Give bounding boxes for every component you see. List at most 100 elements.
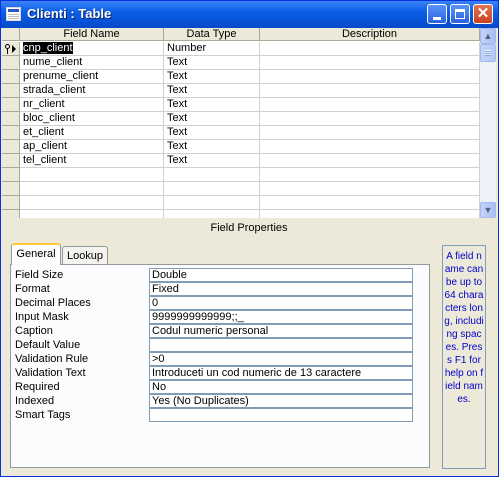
property-label: Indexed <box>15 395 55 407</box>
format-input[interactable]: Fixed <box>149 282 413 296</box>
smart-tags-input[interactable] <box>149 408 413 422</box>
input-mask-input[interactable]: 9999999999999;;_ <box>149 310 413 324</box>
tab-general[interactable]: General <box>11 243 61 265</box>
table-row <box>20 168 480 182</box>
data-type-cell[interactable] <box>164 196 260 210</box>
field-size-input[interactable]: Double <box>149 268 413 282</box>
description-cell[interactable] <box>260 70 480 84</box>
validation-rule-input[interactable]: >0 <box>149 352 413 366</box>
default-value-input[interactable] <box>149 338 413 352</box>
description-cell[interactable] <box>260 154 480 168</box>
field-name-cell[interactable]: et_client <box>20 126 164 140</box>
grid-header: Field Name Data Type Description <box>2 28 480 42</box>
data-type-cell[interactable]: Text <box>164 140 260 154</box>
row-selector[interactable] <box>2 98 20 112</box>
indexed-input[interactable]: Yes (No Duplicates) <box>149 394 413 408</box>
window-title: Clienti : Table <box>27 6 112 21</box>
data-type-cell[interactable]: Text <box>164 70 260 84</box>
row-selector[interactable] <box>2 42 20 56</box>
scroll-down-button[interactable]: ▼ <box>480 202 496 218</box>
field-name-cell[interactable]: prenume_client <box>20 70 164 84</box>
field-name-cell[interactable]: cnp_client <box>20 42 164 56</box>
data-type-cell[interactable] <box>164 182 260 196</box>
description-cell[interactable] <box>260 140 480 154</box>
column-header-field-name[interactable]: Field Name <box>20 28 164 41</box>
column-header-description[interactable]: Description <box>260 28 480 41</box>
maximize-button[interactable] <box>450 4 470 24</box>
data-type-cell[interactable]: Text <box>164 84 260 98</box>
data-type-cell[interactable]: Text <box>164 126 260 140</box>
data-type-cell[interactable] <box>164 210 260 218</box>
property-row: Indexed Yes (No Duplicates) <box>15 394 419 408</box>
field-name-cell[interactable]: nr_client <box>20 98 164 112</box>
vertical-scrollbar[interactable]: ▲ ▼ <box>480 28 496 218</box>
required-input[interactable]: No <box>149 380 413 394</box>
description-cell[interactable] <box>260 56 480 70</box>
property-label: Input Mask <box>15 311 69 323</box>
field-name-cell[interactable]: tel_client <box>20 154 164 168</box>
field-name-cell[interactable]: strada_client <box>20 84 164 98</box>
property-row: Required No <box>15 380 419 394</box>
table-row: ap_client Text <box>20 140 480 154</box>
scroll-thumb[interactable] <box>480 44 496 62</box>
row-selector[interactable] <box>2 168 20 182</box>
row-selector[interactable] <box>2 182 20 196</box>
description-cell[interactable] <box>260 210 480 218</box>
field-name-cell[interactable] <box>20 210 164 218</box>
field-name-cell[interactable] <box>20 182 164 196</box>
field-name-cell[interactable] <box>20 196 164 210</box>
property-row: Input Mask 9999999999999;;_ <box>15 310 419 324</box>
validation-text-input[interactable]: Introduceti un cod numeric de 13 caracte… <box>149 366 413 380</box>
data-type-cell[interactable] <box>164 168 260 182</box>
property-row: Field Size Double <box>15 268 419 282</box>
row-selector[interactable] <box>2 84 20 98</box>
description-cell[interactable] <box>260 126 480 140</box>
corner-selector[interactable] <box>2 28 20 41</box>
row-selector[interactable] <box>2 210 20 218</box>
column-header-data-type[interactable]: Data Type <box>164 28 260 41</box>
scroll-up-button[interactable]: ▲ <box>480 28 496 44</box>
field-name-cell[interactable]: ap_client <box>20 140 164 154</box>
data-type-cell[interactable]: Number <box>164 42 260 56</box>
caption-input[interactable]: Codul numeric personal <box>149 324 413 338</box>
table-row: nume_client Text <box>20 56 480 70</box>
row-selector[interactable] <box>2 56 20 70</box>
row-selector[interactable] <box>2 70 20 84</box>
tab-lookup[interactable]: Lookup <box>62 246 108 264</box>
field-name-cell[interactable] <box>20 168 164 182</box>
row-selector[interactable] <box>2 140 20 154</box>
maximize-icon <box>455 9 465 19</box>
description-cell[interactable] <box>260 112 480 126</box>
row-selector[interactable] <box>2 126 20 140</box>
description-cell[interactable] <box>260 196 480 210</box>
title-bar[interactable]: Clienti : Table ✕ <box>1 1 498 28</box>
property-label: Format <box>15 283 50 295</box>
row-selector[interactable] <box>2 112 20 126</box>
description-cell[interactable] <box>260 42 480 56</box>
decimal-places-input[interactable]: 0 <box>149 296 413 310</box>
chevron-down-icon: ▼ <box>483 205 493 215</box>
property-label: Validation Rule <box>15 353 89 365</box>
table-row: cnp_client Number <box>20 42 480 56</box>
chevron-up-icon: ▲ <box>483 31 493 41</box>
data-type-cell[interactable]: Text <box>164 112 260 126</box>
field-properties-panel: General Lookup Field Size Double Format … <box>2 237 496 473</box>
close-button[interactable]: ✕ <box>473 4 493 24</box>
description-cell[interactable] <box>260 98 480 112</box>
description-cell[interactable] <box>260 84 480 98</box>
row-selector[interactable] <box>2 154 20 168</box>
field-name-cell[interactable]: bloc_client <box>20 112 164 126</box>
property-label: Validation Text <box>15 367 86 379</box>
table-row: nr_client Text <box>20 98 480 112</box>
data-type-cell[interactable]: Text <box>164 56 260 70</box>
field-name-cell[interactable]: nume_client <box>20 56 164 70</box>
description-cell[interactable] <box>260 168 480 182</box>
data-type-cell[interactable]: Text <box>164 98 260 112</box>
property-label: Default Value <box>15 339 81 351</box>
data-type-cell[interactable]: Text <box>164 154 260 168</box>
row-selector[interactable] <box>2 196 20 210</box>
table-icon[interactable] <box>6 7 21 21</box>
minimize-button[interactable] <box>427 4 447 24</box>
property-row: Decimal Places 0 <box>15 296 419 310</box>
description-cell[interactable] <box>260 182 480 196</box>
